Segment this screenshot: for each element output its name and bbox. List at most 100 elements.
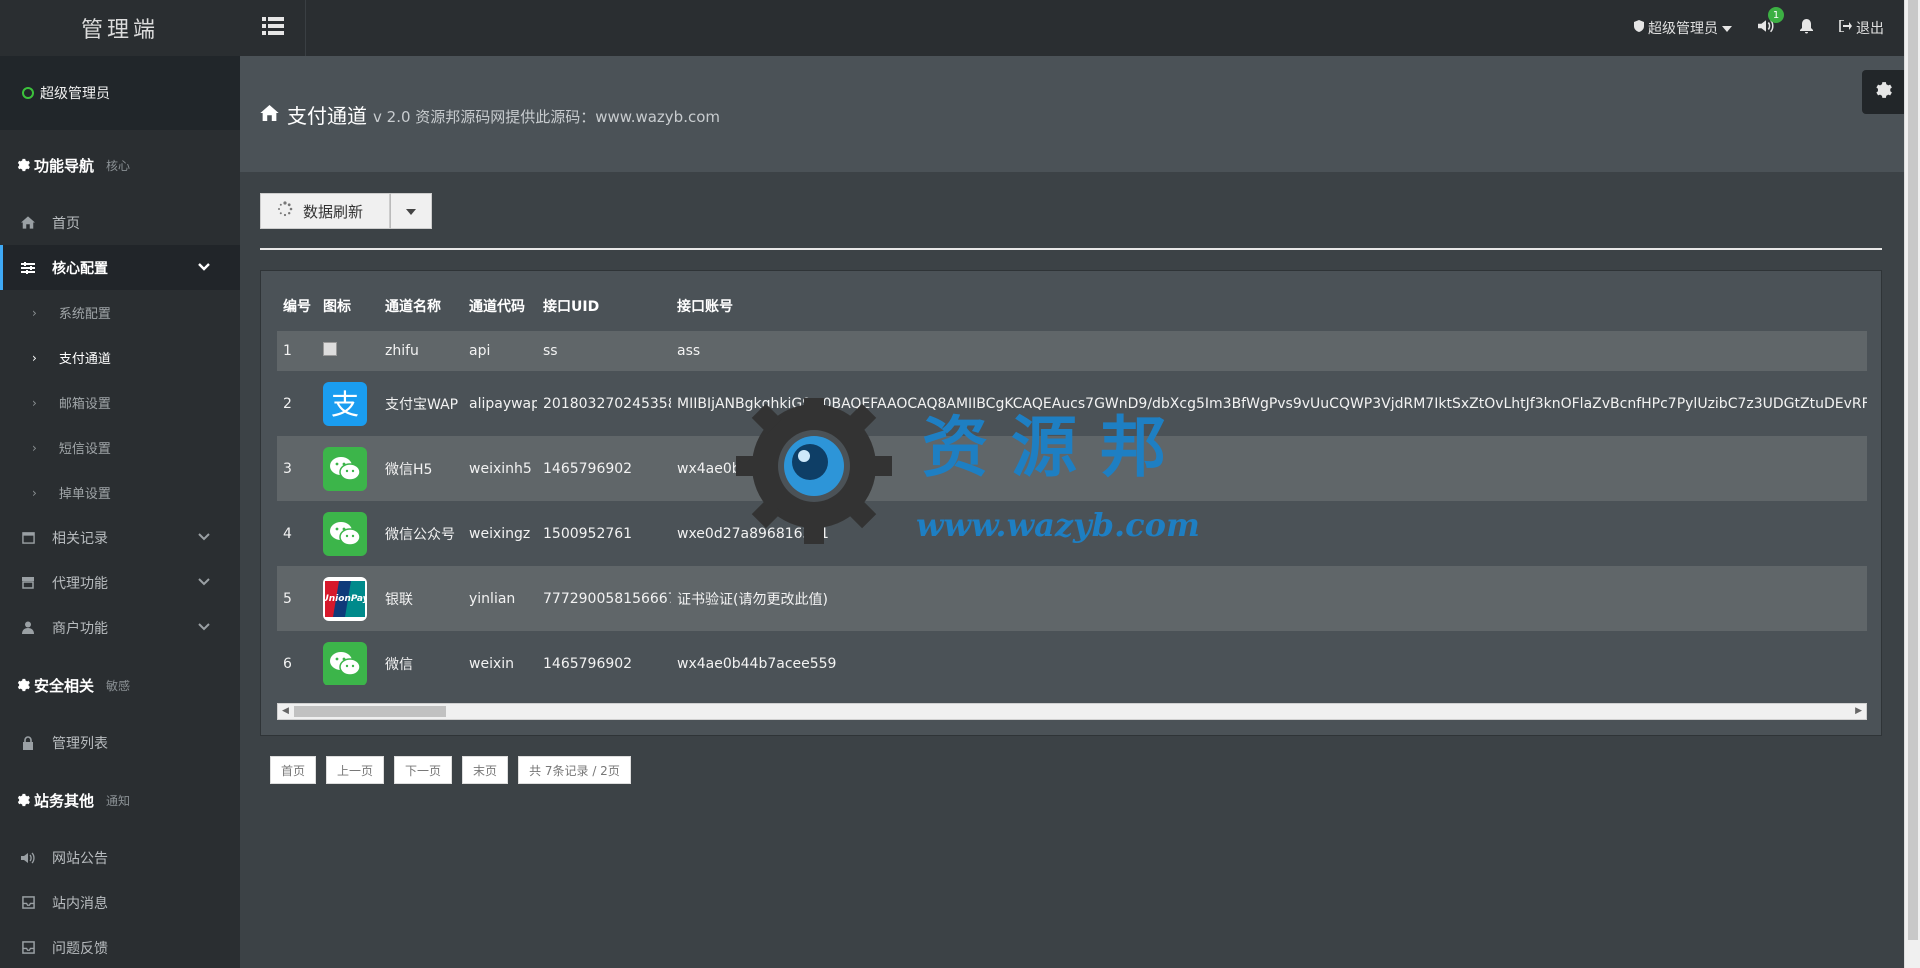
section-title: 安全相关 (34, 676, 95, 695)
sidebar-item-feedback[interactable]: 问题反馈 (0, 925, 240, 968)
sidebar-subitem-system[interactable]: › 系统配置 (0, 290, 240, 335)
inbox-icon (20, 895, 36, 911)
wechat-icon (323, 446, 367, 491)
sidebar-item-records[interactable]: 相关记录 (0, 515, 240, 560)
table-row[interactable]: 5 UnionPay 银联 yinlian 777290058156667 证书… (277, 566, 1867, 631)
section-title: 站务其他 (34, 791, 95, 810)
page-subtitle: v 2.0 资源邦源码网提供此源码：www.wazyb.com (373, 107, 721, 126)
sidebar-subitem-payment[interactable]: › 支付通道 (0, 335, 240, 380)
cell-code: yinlian (463, 566, 537, 631)
chevron-down-icon (198, 260, 210, 276)
announcement-button[interactable]: 1 (1758, 7, 1784, 37)
section-security: 安全相关 敏感 (0, 650, 240, 720)
chevron-right-icon: › (32, 350, 37, 365)
wechat-icon (323, 511, 367, 556)
section-sub: 通知 (106, 793, 131, 808)
cell-uid: 1500952761 (537, 501, 671, 566)
cell-code: weixinh5 (463, 436, 537, 501)
channels-table: 编号 图标 通道名称 通道代码 接口UID 接口账号 1 zhifu api s… (277, 281, 1867, 685)
bell-button[interactable] (1800, 18, 1813, 38)
cell-uid: ss (537, 331, 671, 371)
column-header: 通道代码 (469, 299, 525, 315)
cell-uid: 1465796902 (537, 631, 671, 685)
next-page-button[interactable]: 下一页 (394, 756, 453, 784)
sidebar-item-merchant[interactable]: 商户功能 (0, 605, 240, 650)
cell-name: 微信H5 (379, 436, 463, 501)
section-sub: 核心 (106, 158, 131, 173)
table-row[interactable]: 1 zhifu api ss ass (277, 331, 1867, 371)
table-panel: 编号 图标 通道名称 通道代码 接口UID 接口账号 1 zhifu api s… (260, 270, 1882, 736)
scroll-right-icon[interactable]: ▶ (1855, 706, 1862, 716)
cell-account: 证书验证(请勿更改此值) (671, 566, 1867, 631)
alipay-icon: 支 (323, 381, 367, 426)
main-content: 数据刷新 编号 图标 通道名称 通道代码 接口UID 接口账号 1 zhifu … (240, 172, 1904, 968)
sidebar-item-agent[interactable]: 代理功能 (0, 560, 240, 605)
cell-icon (317, 501, 379, 566)
first-page-button[interactable]: 首页 (270, 756, 317, 784)
top-right-menu: 超级管理员 1 退出 (1634, 0, 1884, 56)
sidebar: 管理端 超级管理员 功能导航 核心 首页 核心配置 › 系统配置 › 支付通道 › 邮… (0, 0, 240, 968)
logout-button[interactable]: 退出 (1839, 18, 1884, 38)
subitem-label: 邮箱设置 (58, 397, 111, 412)
cell-icon (317, 331, 379, 371)
sidebar-item-messages[interactable]: 站内消息 (0, 880, 240, 925)
cell-id: 6 (277, 631, 317, 685)
page-title: 支付通道 (287, 103, 367, 128)
cell-icon: 支 (317, 371, 379, 436)
scrollbar-thumb[interactable] (1908, 0, 1918, 940)
cell-name: 支付宝WAP (379, 371, 463, 436)
page-header: 支付通道 v 2.0 资源邦源码网提供此源码：www.wazyb.com (240, 56, 1904, 172)
admin-dropdown[interactable]: 超级管理员 (1634, 18, 1732, 38)
chevron-right-icon: › (32, 485, 37, 500)
chevron-right-icon: › (32, 395, 37, 410)
sidebar-subitem-droporder[interactable]: › 掉单设置 (0, 470, 240, 515)
broken-image-icon (323, 342, 337, 356)
table-row[interactable]: 4 微信公众号 weixingz 1500952761 wxe0d27a8968… (277, 501, 1867, 566)
list-icon (261, 17, 284, 39)
home-icon (20, 215, 36, 231)
top-bar: 超级管理员 1 退出 (240, 0, 1904, 56)
brand-title: 管理端 (0, 0, 240, 56)
gear-icon (1874, 81, 1892, 103)
cell-name: 微信 (379, 631, 463, 685)
scroll-left-icon[interactable]: ◀ (282, 706, 289, 716)
table-row[interactable]: 3 微信H5 weixinh5 1465796902 wx4ae0b44b7ac… (277, 436, 1867, 501)
column-header: 接口账号 (677, 299, 733, 315)
gear-icon (16, 158, 30, 172)
volume-icon (20, 850, 36, 866)
cell-id: 2 (277, 371, 317, 436)
cell-account: wxe0d27a8968163a1 (671, 501, 1867, 566)
settings-toggle-button[interactable] (1862, 70, 1904, 114)
admin-label: 超级管理员 (1648, 21, 1718, 37)
horizontal-scrollbar[interactable]: ◀ ▶ (277, 703, 1867, 720)
sidebar-item-label: 站内消息 (52, 895, 108, 912)
cell-account: ass (671, 331, 1867, 371)
sidebar-item-core[interactable]: 核心配置 (0, 245, 240, 290)
sliders-icon (20, 260, 36, 276)
sidebar-subitem-email[interactable]: › 邮箱设置 (0, 380, 240, 425)
scrollbar-thumb[interactable] (294, 706, 446, 717)
sidebar-subitem-sms[interactable]: › 短信设置 (0, 425, 240, 470)
column-header: 接口UID (543, 299, 600, 315)
sidebar-item-home[interactable]: 首页 (0, 200, 240, 245)
last-page-button[interactable]: 末页 (462, 756, 509, 784)
table-scroll-area: 编号 图标 通道名称 通道代码 接口UID 接口账号 1 zhifu api s… (277, 281, 1867, 685)
sidebar-item-notice[interactable]: 网站公告 (0, 835, 240, 880)
table-row[interactable]: 2 支 支付宝WAP alipaywap 2018032702453581 MI… (277, 371, 1867, 436)
vertical-scrollbar[interactable] (1904, 0, 1920, 968)
svg-text:支: 支 (331, 388, 359, 421)
cell-name: 微信公众号 (379, 501, 463, 566)
cell-id: 1 (277, 331, 317, 371)
prev-page-button[interactable]: 上一页 (326, 756, 385, 784)
cell-uid: 1465796902 (537, 436, 671, 501)
refresh-button[interactable]: 数据刷新 (260, 193, 390, 229)
refresh-dropdown-button[interactable] (390, 193, 432, 229)
table-row[interactable]: 6 微信 weixin 1465796902 wx4ae0b44b7acee55… (277, 631, 1867, 685)
wechat-icon (323, 641, 367, 685)
subitem-label: 系统配置 (58, 307, 111, 322)
refresh-label: 数据刷新 (303, 202, 364, 221)
sidebar-item-admins[interactable]: 管理列表 (0, 720, 240, 765)
section-other: 站务其他 通知 (0, 765, 240, 835)
menu-toggle-button[interactable] (240, 0, 306, 56)
cell-icon (317, 631, 379, 685)
